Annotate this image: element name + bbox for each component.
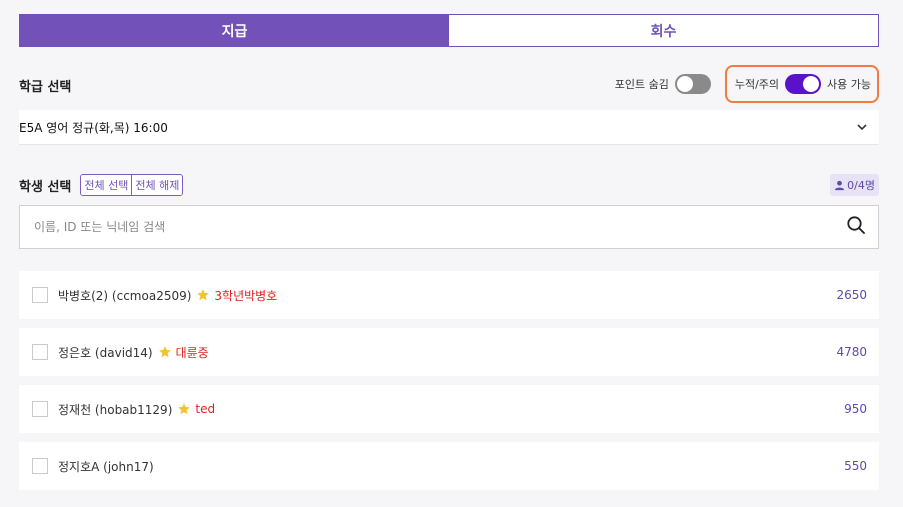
student-tag: 대륜중 (175, 345, 209, 360)
student-list: 박병호(2) (ccmoa2509) 3학년박병호 2650 정은호 (davi… (19, 271, 879, 499)
selected-count-badge: 0/4명 (830, 174, 879, 196)
student-checkbox[interactable] (32, 458, 48, 474)
switch-knob (676, 76, 693, 92)
student-search-input[interactable] (34, 220, 846, 234)
student-search (19, 205, 879, 249)
student-name: 박병호(2) (ccmoa2509) (58, 288, 192, 303)
student-tag: ted (195, 402, 216, 416)
student-section-title: 학생 선택 (19, 179, 72, 195)
deselect-all-button[interactable]: 전체 해제 (131, 175, 183, 195)
user-icon (835, 180, 845, 190)
student-name: 정재천 (hobab1129) (58, 402, 173, 417)
student-tag: 3학년박병호 (214, 288, 278, 303)
usage-mode-switch[interactable] (785, 74, 822, 94)
usable-label: 사용 가능 (827, 78, 871, 91)
student-name: 정은호 (david14) (58, 345, 153, 360)
select-all-button[interactable]: 전체 선택 (81, 175, 132, 195)
student-checkbox[interactable] (32, 287, 48, 303)
selected-count-text: 0/4명 (847, 179, 875, 192)
star-icon (158, 346, 171, 358)
selection-chips: 전체 선택 전체 해제 (80, 174, 184, 196)
hide-points-switch[interactable] (674, 74, 711, 94)
usage-toggle-highlight: 누적/주의 사용 가능 (724, 65, 879, 103)
student-checkbox[interactable] (32, 401, 48, 417)
student-checkbox[interactable] (32, 344, 48, 360)
search-icon[interactable] (846, 215, 866, 239)
tab-retrieve[interactable]: 회수 (449, 15, 878, 46)
student-points: 950 (844, 402, 867, 416)
class-section-title: 학급 선택 (19, 80, 72, 95)
tab-give[interactable]: 지급 (20, 15, 449, 46)
student-row[interactable]: 정지호A (john17) 550 (19, 442, 879, 490)
student-row[interactable]: 정재천 (hobab1129) ted 950 (19, 385, 879, 433)
student-row[interactable]: 정은호 (david14) 대륜중 4780 (19, 328, 879, 376)
class-select-value: E5A 영어 정규(화,목) 16:00 (19, 120, 168, 135)
star-icon (197, 289, 210, 301)
hide-points-label: 포인트 숨김 (614, 78, 669, 91)
star-icon (178, 403, 191, 415)
mode-tabs: 지급 회수 (19, 14, 879, 47)
student-row[interactable]: 박병호(2) (ccmoa2509) 3학년박병호 2650 (19, 271, 879, 319)
cumulative-label: 누적/주의 (734, 78, 780, 91)
class-select[interactable]: E5A 영어 정규(화,목) 16:00 (19, 110, 879, 145)
switch-knob (803, 76, 820, 92)
student-name: 정지호A (john17) (58, 459, 154, 474)
toggle-bar: 포인트 숨김 누적/주의 사용 가능 (615, 62, 879, 106)
student-points: 550 (844, 459, 867, 473)
student-section-header: 학생 선택 전체 선택 전체 해제 0/4명 (19, 174, 879, 196)
hide-points-toggle-group: 포인트 숨김 (615, 74, 717, 94)
student-points: 4780 (836, 345, 867, 359)
student-points: 2650 (836, 288, 867, 302)
chevron-down-icon (857, 121, 867, 134)
